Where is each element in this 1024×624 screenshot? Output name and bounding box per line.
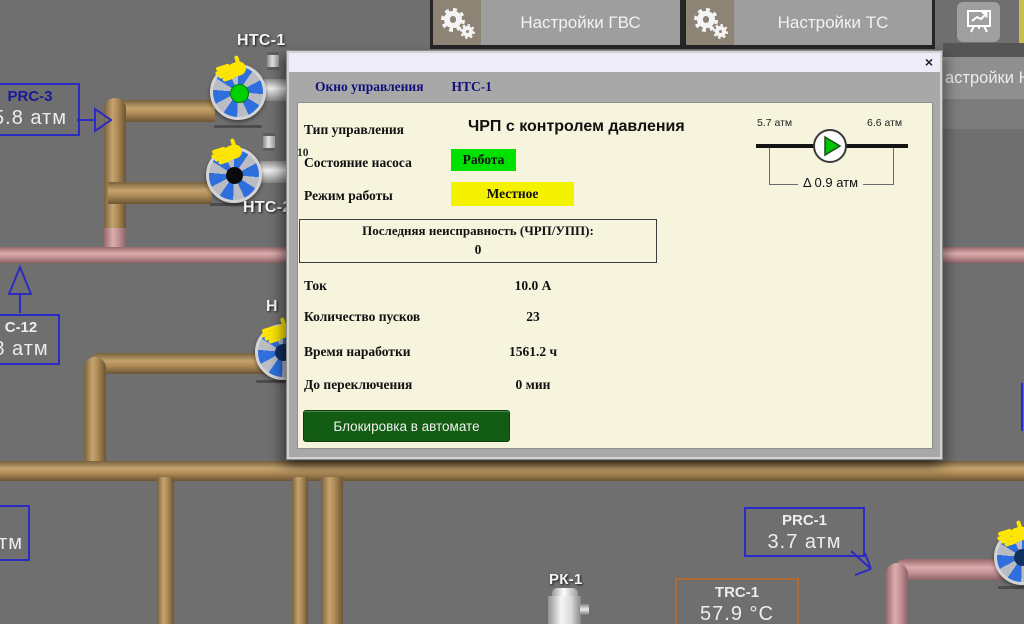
tag-prc3-id: PRC-3 <box>0 87 78 106</box>
control-type-label: Тип управления <box>304 122 404 138</box>
cropped-settings-button[interactable]: астройки Н <box>943 57 1024 99</box>
stat-current-label: Ток <box>304 278 327 294</box>
control-type-value: ЧРП с контролем давления <box>468 118 685 136</box>
pump-nts2-status-dot <box>226 167 243 184</box>
pump-bottom-right-status-dot <box>1014 549 1024 566</box>
fault-box: Последняя неисправность (ЧРП/УПП): 0 <box>299 219 657 263</box>
tag-trc1-value: 57.9 °C <box>677 602 797 624</box>
valve-rk1-label: РК-1 <box>549 571 583 588</box>
pump-nts2-label: НТС-2 <box>243 199 292 217</box>
c12-arrow <box>9 267 31 313</box>
stat-switchover-label: До переключения <box>304 377 412 393</box>
tag-prc3: PRC-3 5.8 атм <box>0 83 80 136</box>
tag-prc1: PRC-1 3.7 атм <box>744 507 865 557</box>
cropped-settings-label: астройки Н <box>943 69 1024 88</box>
dialog-header: Окно управления НТС-1 <box>289 72 940 102</box>
gvs-settings-label: Настройки ГВС <box>481 0 680 45</box>
dialog-title: Окно управления <box>315 79 424 95</box>
stat-switchover-value: 0 мин <box>473 377 593 393</box>
pump-state-label: Состояние насоса <box>304 155 412 171</box>
tag-trc1: TRC-1 57.9 °C <box>675 578 799 624</box>
pump-nts1-status-dot <box>230 84 249 103</box>
gear-icon <box>686 0 734 45</box>
trends-button[interactable] <box>957 2 1000 42</box>
auto-lock-button[interactable]: Блокировка в автомате <box>303 410 510 442</box>
topbar-lower-shade <box>943 99 1024 129</box>
fault-value: 0 <box>300 242 656 258</box>
prc3-arrow <box>77 109 111 131</box>
pump-hidden-label: Н <box>266 298 278 316</box>
tag-trc1-id: TRC-1 <box>677 583 797 602</box>
ts-settings-label: Настройки ТС <box>734 0 932 45</box>
stat-starts-label: Количество пусков <box>304 309 420 325</box>
tag-c12: С-12 8 атм <box>0 314 60 365</box>
ts-settings-button[interactable]: Настройки ТС <box>686 0 932 45</box>
tag-c12-id: С-12 <box>0 318 58 337</box>
partial-number: 10 <box>297 147 309 159</box>
scada-screen: НТС-1 НТС-2 Н PRC-3 5.8 атм С-12 8 атм т… <box>0 0 1024 624</box>
dialog-titlebar[interactable]: × <box>289 53 940 72</box>
tag-left-partial-value: тм <box>0 531 23 555</box>
tag-prc1-value: 3.7 атм <box>746 530 863 554</box>
stat-runtime-value: 1561.2 ч <box>473 344 593 360</box>
schematic-delta-pressure: Δ 0.9 атм <box>769 175 892 190</box>
stat-runtime-label: Время наработки <box>304 344 411 360</box>
tag-prc1-id: PRC-1 <box>746 511 863 530</box>
dialog-body: Тип управления ЧРП с контролем давления … <box>297 102 933 449</box>
control-window-nts1: × Окно управления НТС-1 Тип управления Ч… <box>286 50 943 460</box>
mode-badge: Местное <box>451 182 574 206</box>
pump-nts1-label: НТС-1 <box>237 32 286 50</box>
tag-prc3-value: 5.8 атм <box>0 106 78 130</box>
tag-c12-value: 8 атм <box>0 337 58 361</box>
close-icon[interactable]: × <box>925 54 933 71</box>
stat-current-value: 10.0 А <box>473 278 593 294</box>
schematic-inlet-pressure: 5.7 атм <box>757 117 792 129</box>
cropped-yellow-button[interactable] <box>1019 0 1024 43</box>
stat-starts-value: 23 <box>473 309 593 325</box>
pump-state-badge: Работа <box>451 149 516 171</box>
tag-left-partial: тм <box>0 505 30 561</box>
gvs-settings-button[interactable]: Настройки ГВС <box>433 0 680 45</box>
dialog-tag: НТС-1 <box>452 79 493 95</box>
fault-title: Последняя неисправность (ЧРП/УПП): <box>300 223 656 239</box>
gear-icon <box>433 0 481 45</box>
schematic-outlet-pressure: 6.6 атм <box>867 117 902 129</box>
mode-label: Режим работы <box>304 188 393 204</box>
chart-icon <box>965 8 993 36</box>
topbar-backing-right <box>943 43 1024 57</box>
